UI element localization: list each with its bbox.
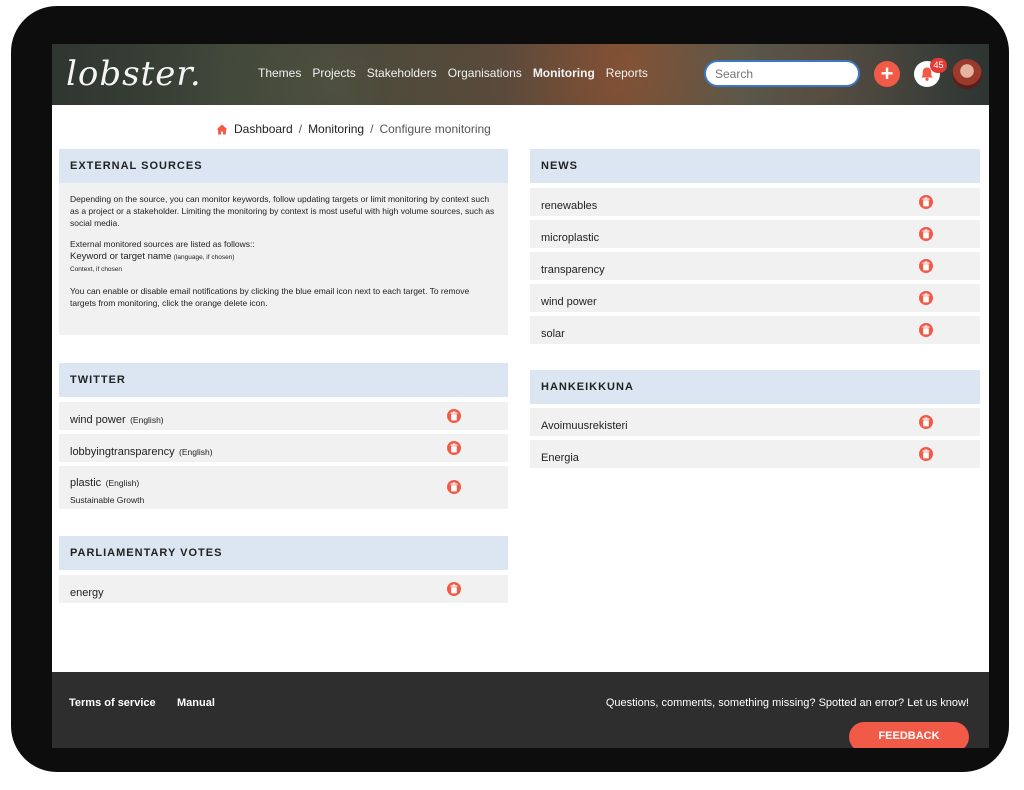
hankeikkuna-item-label: Avoimuusrekisteri: [541, 420, 628, 432]
nav-organisations[interactable]: Organisations: [448, 66, 522, 80]
notification-badge: 45: [930, 58, 947, 73]
info-paragraph: Depending on the source, you can monitor…: [70, 194, 495, 228]
trash-icon: [922, 417, 930, 427]
twitter-row: plastic (English) Sustainable Growth: [59, 466, 508, 509]
delete-button[interactable]: [919, 195, 933, 209]
footer-message: Questions, comments, something missing? …: [605, 697, 969, 709]
news-item-label: solar: [541, 328, 565, 340]
breadcrumb-separator: /: [370, 122, 374, 136]
hankeikkuna-item-label: Energia: [541, 452, 579, 464]
main-nav: Themes Projects Stakeholders Organisatio…: [258, 66, 648, 80]
delete-button[interactable]: [919, 227, 933, 241]
trash-icon: [922, 293, 930, 303]
trash-icon: [450, 411, 458, 421]
news-row: wind power: [530, 284, 980, 312]
delete-button[interactable]: [919, 447, 933, 461]
trash-icon: [922, 229, 930, 239]
manual-link[interactable]: Manual: [177, 697, 215, 709]
twitter-header: TWITTER: [59, 363, 508, 397]
delete-button[interactable]: [919, 323, 933, 337]
breadcrumb-separator: /: [298, 122, 303, 136]
twitter-item-lang: (English): [179, 447, 213, 457]
trash-icon: [922, 261, 930, 271]
news-item-label: microplastic: [541, 232, 600, 244]
hankeikkuna-row: Energia: [530, 440, 980, 468]
delete-button[interactable]: [919, 259, 933, 273]
trash-icon: [922, 325, 930, 335]
home-icon: [216, 124, 228, 134]
breadcrumb-current: Configure monitoring: [379, 122, 491, 136]
hankeikkuna-row: Avoimuusrekisteri: [530, 408, 980, 436]
add-button[interactable]: +: [874, 61, 900, 87]
news-item-label: wind power: [541, 296, 597, 308]
delete-button[interactable]: [447, 582, 461, 596]
nav-stakeholders[interactable]: Stakeholders: [367, 66, 437, 80]
news-item-label: renewables: [541, 200, 598, 212]
footer: Terms of service Manual Questions, comme…: [52, 672, 989, 748]
info-format-context: Context, if chosen: [70, 266, 123, 273]
terms-of-service-link[interactable]: Terms of service: [69, 697, 156, 709]
breadcrumb: Dashboard / Monitoring / Configure monit…: [216, 122, 491, 136]
delete-button[interactable]: [919, 415, 933, 429]
news-row: renewables: [530, 188, 980, 216]
feedback-button[interactable]: FEEDBACK: [849, 722, 969, 748]
delete-button[interactable]: [447, 480, 461, 494]
device-frame: lobster. Themes Projects Stakeholders Or…: [11, 6, 1009, 772]
plus-icon: +: [880, 61, 894, 86]
info-paragraph: You can enable or disable email notifica…: [70, 286, 470, 308]
trash-icon: [450, 443, 458, 453]
info-format-keyword: Keyword or target name: [70, 251, 172, 262]
news-header: NEWS: [530, 149, 980, 183]
twitter-item-label: plastic: [70, 477, 102, 489]
twitter-row: wind power (English): [59, 402, 508, 430]
twitter-item-label: lobbyingtransparency: [70, 446, 175, 458]
twitter-item-context: Sustainable Growth: [70, 495, 145, 505]
parliamentary-item-label: energy: [70, 587, 104, 599]
info-format-lang: (language, if chosen): [173, 254, 235, 261]
logo[interactable]: lobster.: [66, 54, 202, 94]
twitter-item-label: wind power: [70, 414, 126, 426]
top-header: lobster. Themes Projects Stakeholders Or…: [52, 44, 989, 105]
news-row: solar: [530, 316, 980, 344]
info-format: External monitored sources are listed as…: [70, 238, 497, 276]
delete-button[interactable]: [919, 291, 933, 305]
nav-projects[interactable]: Projects: [312, 66, 355, 80]
info-format-intro: External monitored sources are listed as…: [70, 239, 255, 249]
external-sources-info: Depending on the source, you can monitor…: [59, 183, 508, 335]
trash-icon: [922, 449, 930, 459]
external-sources-header: EXTERNAL SOURCES: [59, 149, 508, 183]
trash-icon: [450, 482, 458, 492]
news-row: transparency: [530, 252, 980, 280]
nav-monitoring[interactable]: Monitoring: [533, 66, 595, 80]
hankeikkuna-header: HANKEIKKUNA: [530, 370, 980, 404]
breadcrumb-dashboard[interactable]: Dashboard: [234, 122, 293, 136]
news-row: microplastic: [530, 220, 980, 248]
search-input[interactable]: [704, 60, 860, 87]
trash-icon: [922, 197, 930, 207]
trash-icon: [450, 584, 458, 594]
nav-reports[interactable]: Reports: [606, 66, 648, 80]
parliamentary-votes-header: PARLIAMENTARY VOTES: [59, 536, 508, 570]
news-item-label: transparency: [541, 264, 605, 276]
nav-themes[interactable]: Themes: [258, 66, 301, 80]
user-avatar[interactable]: [952, 59, 982, 89]
delete-button[interactable]: [447, 441, 461, 455]
parliamentary-row: energy: [59, 575, 508, 603]
breadcrumb-monitoring[interactable]: Monitoring: [308, 122, 364, 136]
twitter-item-lang: (English): [105, 478, 140, 488]
app-screen: lobster. Themes Projects Stakeholders Or…: [52, 44, 989, 748]
delete-button[interactable]: [447, 409, 461, 423]
twitter-item-lang: (English): [130, 415, 164, 425]
twitter-row: lobbyingtransparency (English): [59, 434, 508, 462]
